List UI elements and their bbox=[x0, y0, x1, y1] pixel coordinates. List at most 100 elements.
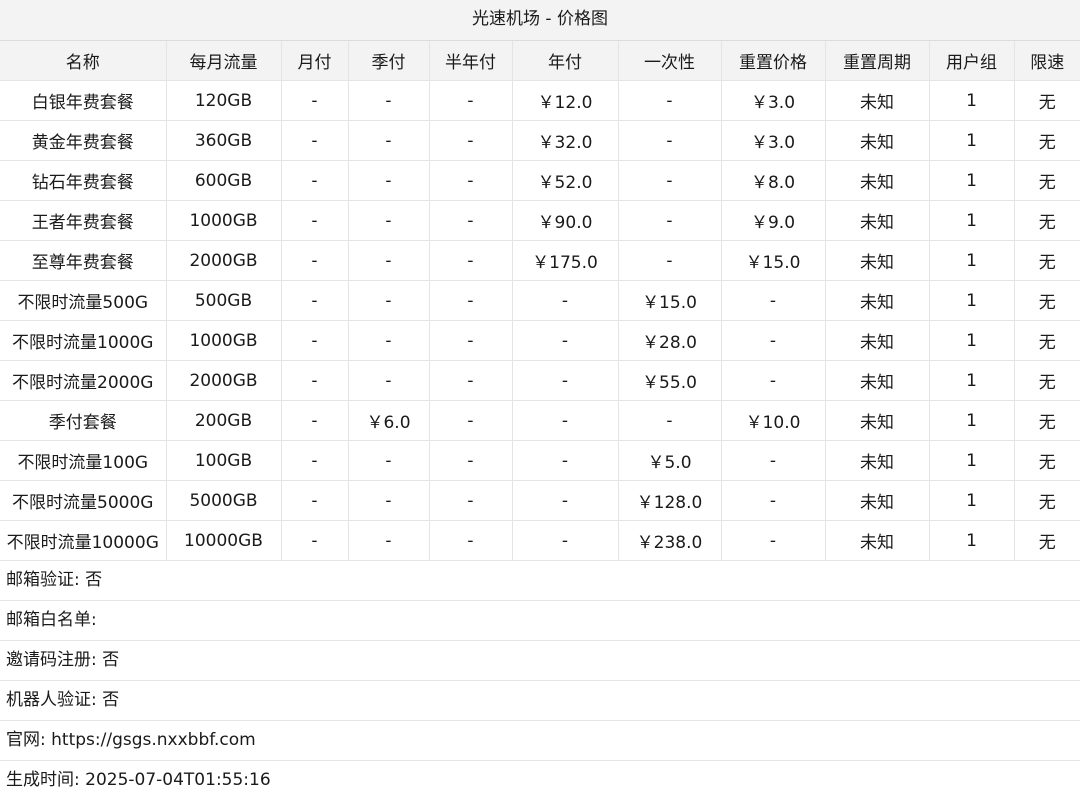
invite-code-info: 邀请码注册: 否 bbox=[0, 641, 1080, 681]
cell-user-group: 1 bbox=[928, 400, 1014, 441]
cell-reset-cycle: 未知 bbox=[824, 280, 929, 321]
cell-speed-limit: 无 bbox=[1013, 520, 1080, 561]
cell-yearly: - bbox=[511, 320, 618, 361]
cell-monthly-traffic: 1000GB bbox=[165, 200, 281, 241]
cell-reset-cycle: 未知 bbox=[824, 480, 929, 521]
cell-name: 不限时流量10000G bbox=[0, 520, 166, 561]
cell-name: 不限时流量2000G bbox=[0, 360, 166, 401]
cell-reset-price: - bbox=[720, 440, 825, 481]
cell-quarterly: - bbox=[347, 240, 429, 281]
table-body: 白银年费套餐 120GB - - - ￥12.0- ￥3.0 未知 1 无黄金年费套餐 360GB -… bbox=[0, 80, 1080, 561]
cell-quarterly: ￥6.0 bbox=[347, 400, 429, 441]
cell-reset-cycle: 未知 bbox=[824, 520, 929, 561]
cell-half-year: - bbox=[428, 280, 512, 321]
cell-monthly-traffic: 200GB bbox=[165, 400, 281, 441]
cell-reset-price: ￥3.0 bbox=[720, 120, 825, 161]
cell-reset-price: - bbox=[720, 360, 825, 401]
cell-one-time: - bbox=[617, 80, 721, 121]
email-whitelist-info: 邮箱白名单: bbox=[0, 601, 1080, 641]
table-row: 不限时流量1000G 1000GB - - - - ￥28.0- 未知 1 无 bbox=[0, 320, 1080, 361]
cell-speed-limit: 无 bbox=[1013, 120, 1080, 161]
cell-half-year: - bbox=[428, 360, 512, 401]
cell-reset-cycle: 未知 bbox=[824, 320, 929, 361]
cell-quarterly: - bbox=[347, 280, 429, 321]
table-row: 王者年费套餐 1000GB - - - ￥90.0- ￥9.0 未知 1 无 bbox=[0, 200, 1080, 241]
table-row: 季付套餐 200GB - ￥6.0- - - ￥10.0 未知 1 无 bbox=[0, 400, 1080, 441]
cell-speed-limit: 无 bbox=[1013, 160, 1080, 201]
cell-name: 钻石年费套餐 bbox=[0, 160, 166, 201]
cell-reset-cycle: 未知 bbox=[824, 120, 929, 161]
cell-half-year: - bbox=[428, 200, 512, 241]
cell-yearly: - bbox=[511, 440, 618, 481]
cell-yearly: - bbox=[511, 480, 618, 521]
cell-monthly: - bbox=[280, 120, 348, 161]
cell-name: 不限时流量500G bbox=[0, 280, 166, 321]
cell-quarterly: - bbox=[347, 120, 429, 161]
cell-half-year: - bbox=[428, 520, 512, 561]
cell-speed-limit: 无 bbox=[1013, 400, 1080, 441]
cell-reset-price: ￥15.0 bbox=[720, 240, 825, 281]
cell-one-time: ￥15.0 bbox=[617, 280, 721, 321]
cell-speed-limit: 无 bbox=[1013, 200, 1080, 241]
email-verification-info: 邮箱验证: 否 bbox=[0, 561, 1080, 601]
cell-yearly: ￥52.0 bbox=[511, 160, 618, 201]
cell-one-time: - bbox=[617, 200, 721, 241]
website-info: 官网: https://gsgs.nxxbbf.com bbox=[0, 721, 1080, 761]
cell-monthly: - bbox=[280, 360, 348, 401]
cell-reset-cycle: 未知 bbox=[824, 360, 929, 401]
cell-monthly-traffic: 2000GB bbox=[165, 240, 281, 281]
cell-reset-price: - bbox=[720, 480, 825, 521]
table-row: 白银年费套餐 120GB - - - ￥12.0- ￥3.0 未知 1 无 bbox=[0, 80, 1080, 121]
cell-user-group: 1 bbox=[928, 160, 1014, 201]
cell-one-time: - bbox=[617, 160, 721, 201]
cell-one-time: - bbox=[617, 400, 721, 441]
cell-quarterly: - bbox=[347, 360, 429, 401]
cell-user-group: 1 bbox=[928, 520, 1014, 561]
cell-user-group: 1 bbox=[928, 360, 1014, 401]
cell-user-group: 1 bbox=[928, 80, 1014, 121]
cell-reset-cycle: 未知 bbox=[824, 400, 929, 441]
column-header-monthly-traffic: 每月流量 bbox=[165, 41, 281, 81]
cell-monthly: - bbox=[280, 520, 348, 561]
cell-speed-limit: 无 bbox=[1013, 360, 1080, 401]
cell-user-group: 1 bbox=[928, 200, 1014, 241]
cell-name: 至尊年费套餐 bbox=[0, 240, 166, 281]
cell-user-group: 1 bbox=[928, 480, 1014, 521]
cell-monthly: - bbox=[280, 400, 348, 441]
cell-quarterly: - bbox=[347, 80, 429, 121]
cell-monthly-traffic: 1000GB bbox=[165, 320, 281, 361]
table-row: 不限时流量100G 100GB - - - - ￥5.0- 未知 1 无 bbox=[0, 440, 1080, 481]
cell-reset-cycle: 未知 bbox=[824, 160, 929, 201]
column-header-reset-price: 重置价格 bbox=[720, 41, 825, 81]
table-row: 黄金年费套餐 360GB - - - ￥32.0- ￥3.0 未知 1 无 bbox=[0, 120, 1080, 161]
cell-reset-price: - bbox=[720, 280, 825, 321]
cell-name: 白银年费套餐 bbox=[0, 80, 166, 121]
bot-verification-info: 机器人验证: 否 bbox=[0, 681, 1080, 721]
cell-monthly: - bbox=[280, 80, 348, 121]
column-header-yearly: 年付 bbox=[511, 41, 618, 81]
generated-time-info: 生成时间: 2025-07-04T01:55:16 bbox=[6, 770, 271, 790]
cell-one-time: - bbox=[617, 240, 721, 281]
cell-one-time: ￥55.0 bbox=[617, 360, 721, 401]
cell-speed-limit: 无 bbox=[1013, 80, 1080, 121]
cell-quarterly: - bbox=[347, 320, 429, 361]
column-header-user-group: 用户组 bbox=[928, 41, 1014, 81]
cell-speed-limit: 无 bbox=[1013, 440, 1080, 481]
cell-reset-price: ￥3.0 bbox=[720, 80, 825, 121]
price-table: 名称 每月流量 月付 季付 半年付 年付 一次性 重置价格 重置周期 用户组 限… bbox=[0, 41, 1080, 561]
cell-reset-cycle: 未知 bbox=[824, 200, 929, 241]
cell-monthly-traffic: 10000GB bbox=[165, 520, 281, 561]
cell-name: 黄金年费套餐 bbox=[0, 120, 166, 161]
table-row: 不限时流量10000G 10000GB - - - - ￥238.0- 未知 1 无 bbox=[0, 520, 1080, 561]
cell-monthly-traffic: 5000GB bbox=[165, 480, 281, 521]
table-row: 不限时流量5000G 5000GB - - - - ￥128.0- 未知 1 无 bbox=[0, 480, 1080, 521]
cell-monthly: - bbox=[280, 480, 348, 521]
column-header-monthly: 月付 bbox=[280, 41, 348, 81]
cell-monthly-traffic: 2000GB bbox=[165, 360, 281, 401]
cell-yearly: ￥175.0 bbox=[511, 240, 618, 281]
cell-yearly: - bbox=[511, 280, 618, 321]
table-header-row: 名称 每月流量 月付 季付 半年付 年付 一次性 重置价格 重置周期 用户组 限… bbox=[0, 41, 1080, 81]
cell-speed-limit: 无 bbox=[1013, 280, 1080, 321]
cell-half-year: - bbox=[428, 120, 512, 161]
cell-half-year: - bbox=[428, 240, 512, 281]
